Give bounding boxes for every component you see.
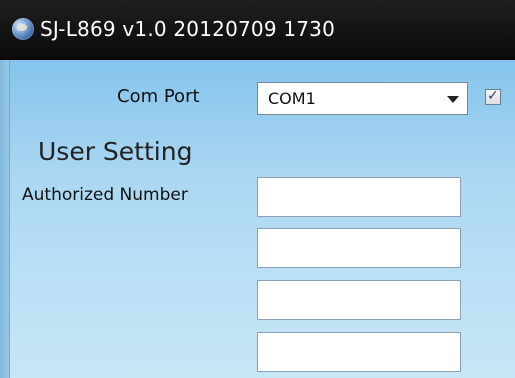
window-left-border (0, 60, 10, 378)
window-title: SJ-L869 v1.0 20120709 1730 (40, 17, 336, 41)
authorized-number-input-3[interactable] (257, 280, 461, 320)
globe-icon (12, 18, 34, 40)
com-port-selected-value: COM1 (268, 89, 316, 108)
com-port-label: Com Port (117, 86, 200, 107)
app-window: SJ-L869 v1.0 20120709 1730 Com Port COM1… (0, 0, 515, 378)
checkmark-icon: ✓ (487, 88, 499, 104)
user-setting-heading: User Setting (38, 137, 193, 166)
authorized-number-input-2[interactable] (257, 228, 461, 268)
chevron-down-icon[interactable] (447, 96, 459, 103)
authorized-number-label: Authorized Number (22, 185, 188, 205)
title-bar[interactable]: SJ-L869 v1.0 20120709 1730 (0, 0, 515, 60)
authorized-number-input-1[interactable] (257, 177, 461, 217)
com-port-checkbox[interactable]: ✓ (485, 88, 501, 105)
authorized-number-input-4[interactable] (257, 332, 461, 372)
com-port-dropdown[interactable]: COM1 (257, 82, 468, 115)
